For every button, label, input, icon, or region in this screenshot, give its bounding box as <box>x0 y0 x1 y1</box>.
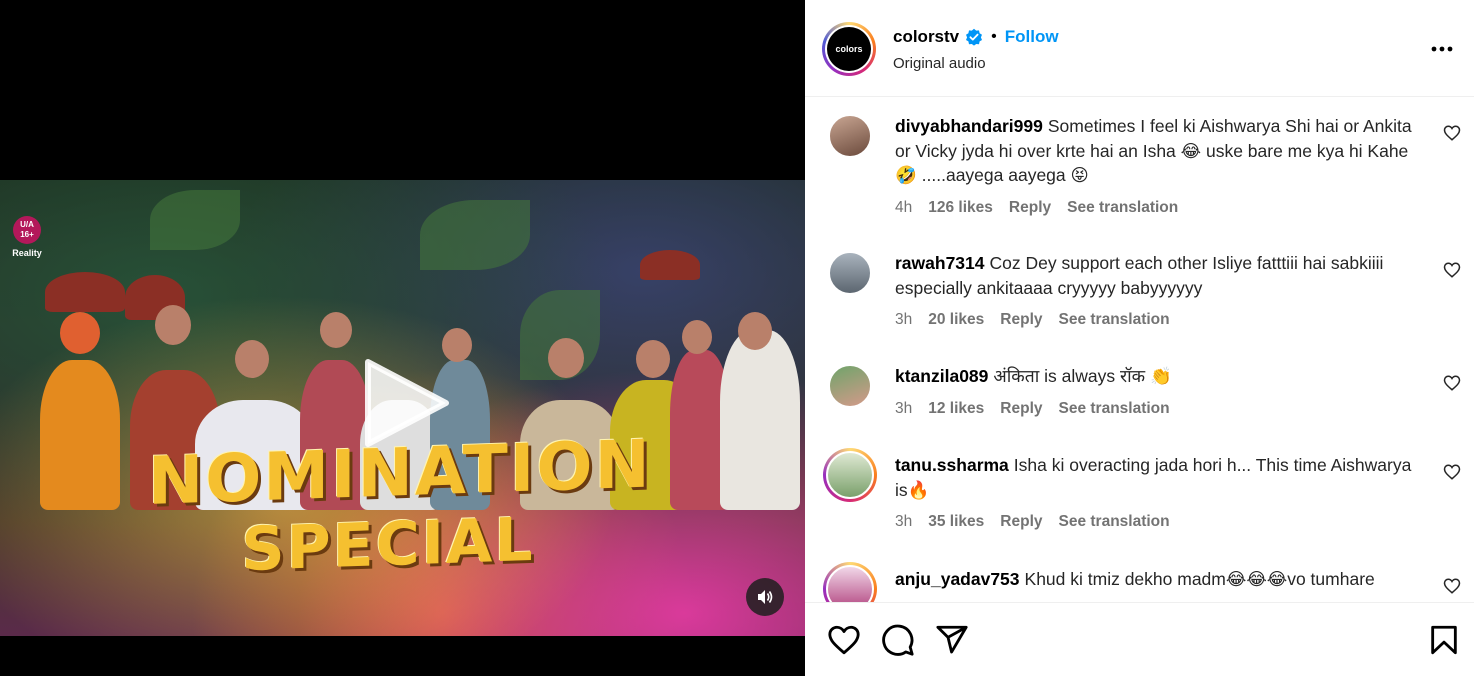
action-bar <box>805 602 1474 676</box>
comment-meta: 3h 20 likes Reply See translation <box>895 311 1170 329</box>
reply-button[interactable]: Reply <box>1000 311 1042 329</box>
comment-username[interactable]: ktanzila089 <box>895 366 988 386</box>
follow-button[interactable]: Follow <box>1005 27 1059 47</box>
comment-username[interactable]: rawah7314 <box>895 253 985 273</box>
comment-time: 3h <box>895 513 913 530</box>
heart-icon[interactable] <box>1443 374 1461 392</box>
comment-avatar[interactable] <box>823 448 877 502</box>
comment-username[interactable]: divyabhandari999 <box>895 116 1043 136</box>
mute-button[interactable] <box>746 578 784 616</box>
comment-body: anju_yadav753 Khud ki tmiz dekho madm😂😂😂v… <box>895 567 1415 592</box>
heart-icon[interactable] <box>1443 124 1461 142</box>
title-line-2: SPECIAL <box>241 504 535 586</box>
see-translation-button[interactable]: See translation <box>1059 311 1170 329</box>
heart-icon[interactable] <box>1443 261 1461 279</box>
rating-line1: U/A <box>20 220 34 229</box>
comment-text: Khud ki tmiz dekho madm😂😂😂vo tumhare <box>1024 569 1375 589</box>
audio-label[interactable]: Original audio <box>893 55 986 72</box>
see-translation-button[interactable]: See translation <box>1059 513 1170 531</box>
comment-avatar[interactable] <box>828 364 872 408</box>
comment-meta: 4h 126 likes Reply See translation <box>895 199 1178 217</box>
rating-badge: U/A 16+ Reality <box>10 216 44 258</box>
save-bookmark-icon[interactable] <box>1427 623 1461 657</box>
comment-bubble-icon[interactable] <box>881 623 915 657</box>
comment-body: rawah7314 Coz Dey support each other Isli… <box>895 251 1415 300</box>
reply-button[interactable]: Reply <box>1000 400 1042 418</box>
mushroom-decor <box>640 250 700 280</box>
rating-line2: 16+ <box>20 230 34 239</box>
comment-text: अंकिता is always रॉक 👏 <box>993 366 1172 386</box>
post-username[interactable]: colorstv <box>893 27 959 47</box>
more-options-icon[interactable] <box>1429 38 1455 60</box>
comment-likes[interactable]: 20 likes <box>928 311 984 329</box>
play-icon[interactable] <box>360 358 450 448</box>
header-user-line: colorstv • Follow <box>893 27 1059 47</box>
comment-avatar[interactable] <box>828 251 872 295</box>
separator-dot: • <box>991 28 997 45</box>
comment-time: 3h <box>895 311 913 328</box>
see-translation-button[interactable]: See translation <box>1059 400 1170 418</box>
comment-likes[interactable]: 12 likes <box>928 400 984 418</box>
foliage-decor <box>420 200 530 270</box>
comments-list[interactable]: divyabhandari999 Sometimes I feel ki Aish… <box>805 98 1474 602</box>
avatar[interactable]: colors <box>822 22 876 76</box>
comment-meta: 3h 35 likes Reply See translation <box>895 513 1170 531</box>
video-pane: U/A 16+ Reality NOMINATION SPECIAL <box>0 0 805 676</box>
heart-icon[interactable] <box>1443 577 1461 595</box>
post-header: colors colorstv • Follow Original audio <box>805 0 1474 97</box>
see-translation-button[interactable]: See translation <box>1067 199 1178 217</box>
comment-avatar[interactable] <box>828 114 872 158</box>
reply-button[interactable]: Reply <box>1009 199 1051 217</box>
comment-body: ktanzila089 अंकिता is always रॉक 👏 <box>895 364 1415 389</box>
reply-button[interactable]: Reply <box>1000 513 1042 531</box>
foliage-decor <box>150 190 240 250</box>
rating-label: Reality <box>12 248 42 258</box>
like-heart-icon[interactable] <box>827 623 861 657</box>
comment-avatar[interactable] <box>823 562 877 602</box>
share-send-icon[interactable] <box>935 623 969 657</box>
comment-likes[interactable]: 126 likes <box>928 199 993 217</box>
post-panel: colors colorstv • Follow Original audio … <box>805 0 1474 676</box>
comment-body: divyabhandari999 Sometimes I feel ki Aish… <box>895 114 1415 188</box>
heart-icon[interactable] <box>1443 463 1461 481</box>
speaker-icon <box>758 590 773 604</box>
comment-time: 4h <box>895 199 913 216</box>
avatar-logo-text: colors <box>827 27 871 71</box>
video-title-overlay: NOMINATION SPECIAL <box>148 425 652 585</box>
comment-username[interactable]: tanu.ssharma <box>895 455 1009 475</box>
comment-body: tanu.ssharma Isha ki overacting jada hori… <box>895 453 1415 502</box>
comment-username[interactable]: anju_yadav753 <box>895 569 1020 589</box>
comment-likes[interactable]: 35 likes <box>928 513 984 531</box>
rating-circle: U/A 16+ <box>13 216 41 244</box>
comment-time: 3h <box>895 400 913 417</box>
comment-meta: 3h 12 likes Reply See translation <box>895 400 1170 418</box>
verified-badge-icon <box>966 28 983 46</box>
